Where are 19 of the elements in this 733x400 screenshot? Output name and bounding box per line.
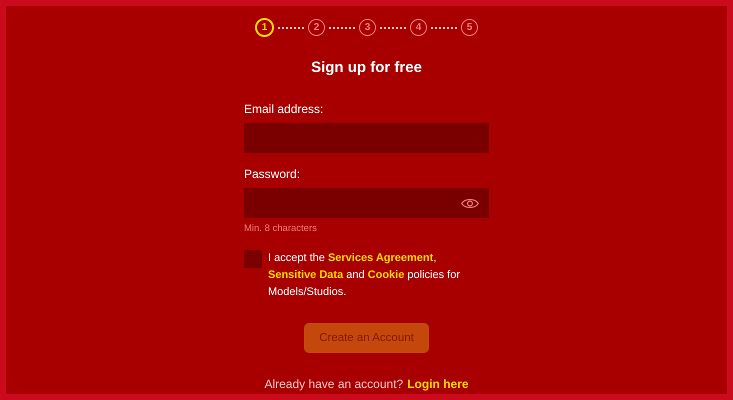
checkbox[interactable] <box>244 250 262 268</box>
policy-link[interactable]: Sensitive Data <box>268 269 344 281</box>
form-title: Sign up for free <box>311 59 422 76</box>
password-hint: Min. 8 characters <box>244 223 318 234</box>
password-field[interactable] <box>244 188 489 218</box>
login-link[interactable]: Login here <box>407 377 469 391</box>
step-indicator: 4 <box>410 19 427 36</box>
email-field[interactable] <box>244 123 489 153</box>
step-indicator: 3 <box>359 19 376 36</box>
step-indicator: 2 <box>308 19 325 36</box>
policy-link[interactable]: Cookie <box>368 269 404 281</box>
policy-link[interactable]: Services Agreement <box>328 252 434 264</box>
step-indicator: 5 <box>461 19 478 36</box>
field-label: Password: <box>244 167 302 181</box>
consent-text: I accept the Services Agreement, Sensitive Data and Cookie policies for Models/Studios. <box>268 251 461 300</box>
step-indicator: 1 <box>255 18 274 37</box>
field-label: Email address: <box>244 102 324 116</box>
login-prompt: Already have an account? <box>264 377 404 391</box>
eye-icon[interactable] <box>461 196 479 210</box>
